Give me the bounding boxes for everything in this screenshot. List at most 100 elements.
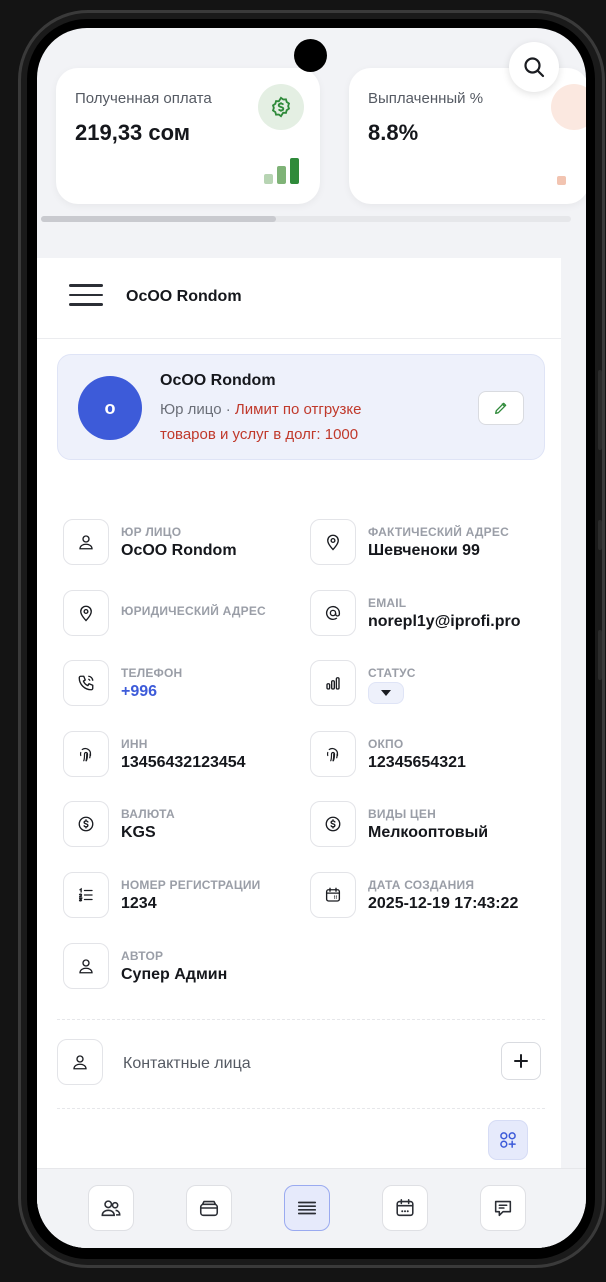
status-dropdown[interactable]: [368, 682, 404, 704]
calendar-icon: [396, 1198, 414, 1217]
profile-subtitle: Юр лицо · Лимит по отгрузке товаров и ус…: [160, 397, 420, 447]
contacts-label: Контактные лица: [123, 1055, 251, 1072]
dollar-circle-icon: [310, 801, 356, 847]
field-label: Юридический адрес: [121, 604, 266, 618]
field-value: 13456432123454: [121, 754, 246, 771]
divider: [57, 1019, 545, 1020]
volume-button: [598, 370, 602, 450]
screen: Полученная оплата 219,33 сом Выплаченный…: [37, 28, 586, 1248]
at-sign-icon: [310, 590, 356, 636]
field-created-date: Дата создания 2025-12-19 17:43:22: [310, 872, 550, 922]
phone-icon: [63, 660, 109, 706]
field-label: Статус: [368, 666, 416, 680]
field-value: Супер Админ: [121, 966, 228, 983]
fingerprint-icon: [310, 731, 356, 777]
field-label: ОКПО: [368, 737, 404, 751]
side-button: [598, 630, 602, 680]
add-widget-button[interactable]: [488, 1120, 528, 1160]
caret-down-icon: [381, 690, 391, 696]
field-label: ИНН: [121, 737, 148, 751]
side-button: [598, 520, 602, 550]
stat-card-paid-percent[interactable]: Выплаченный % 8.8%: [349, 68, 586, 204]
phone-link[interactable]: +996: [121, 683, 157, 701]
field-value: 12345654321: [368, 754, 466, 771]
field-value[interactable]: norepl1y@iprofi.pro: [368, 613, 521, 631]
field-label: Виды цен: [368, 807, 436, 821]
field-inn: ИНН 13456432123454: [63, 731, 303, 781]
field-label: Юр лицо: [121, 525, 182, 539]
field-status: Статус: [310, 660, 550, 710]
field-currency: Валюта KGS: [63, 801, 303, 851]
field-label: Дата создания: [368, 878, 475, 892]
nav-chat-button[interactable]: [480, 1185, 526, 1231]
field-price-types: Виды цен Мелкооптовый: [310, 801, 550, 851]
location-pin-icon: [310, 519, 356, 565]
panel-header: OcOO Rondom: [37, 258, 561, 339]
numbered-list-icon: [63, 872, 109, 918]
dollar-badge-icon: [258, 84, 304, 130]
contacts-section[interactable]: Контактные лица: [57, 1039, 541, 1089]
users-icon: [101, 1200, 121, 1217]
field-email: Email norepl1y@iprofi.pro: [310, 590, 550, 640]
avatar: о: [78, 376, 142, 440]
edit-button[interactable]: [478, 391, 524, 425]
growth-bars-icon: [557, 176, 566, 185]
menu-icon[interactable]: [69, 284, 103, 310]
dollar-circle-icon: [63, 801, 109, 847]
nav-calendar-button[interactable]: [382, 1185, 428, 1231]
field-legal-entity: Юр лицо OcOO Rondom: [63, 519, 303, 569]
field-registration-number: Номер регистрации 1234: [63, 872, 303, 922]
calendar-icon: [310, 872, 356, 918]
location-pin-icon: [63, 590, 109, 636]
profile-type: Юр лицо: [160, 401, 222, 418]
stat-card-received-payment[interactable]: Полученная оплата 219,33 сом: [56, 68, 320, 204]
plus-icon: [514, 1054, 528, 1068]
profile-name: OcOO Rondom: [160, 372, 276, 389]
field-author: Автор Супер Админ: [63, 943, 303, 993]
carousel-scrollbar-thumb[interactable]: [41, 216, 276, 222]
field-label: Телефон: [121, 666, 183, 680]
separator: ·: [221, 401, 235, 418]
wallet-icon: [199, 1200, 219, 1217]
field-phone: Телефон +996: [63, 660, 303, 710]
divider: [57, 1108, 545, 1109]
list-icon: [297, 1201, 317, 1215]
chat-icon: [494, 1200, 512, 1217]
user-icon: [63, 943, 109, 989]
page-title: OcOO Rondom: [126, 288, 242, 305]
nav-wallet-button[interactable]: [186, 1185, 232, 1231]
front-camera: [294, 39, 327, 72]
percent-badge-icon: [551, 84, 586, 130]
field-label: Автор: [121, 949, 164, 963]
field-label: Фактический адрес: [368, 525, 509, 539]
field-value: 2025-12-19 17:43:22: [368, 895, 519, 912]
bottom-navigation: [37, 1168, 586, 1248]
field-label: Email: [368, 596, 407, 610]
field-value: OcOO Rondom: [121, 542, 237, 559]
field-value: Шевченоки 99: [368, 542, 480, 559]
user-icon: [57, 1039, 103, 1085]
profile-card: о OcOO Rondom Юр лицо · Лимит по отгрузк…: [57, 354, 545, 460]
field-label: Номер регистрации: [121, 878, 261, 892]
counterparty-panel: OcOO Rondom о OcOO Rondom Юр лицо · Лими…: [37, 258, 561, 1248]
nav-users-button[interactable]: [88, 1185, 134, 1231]
field-value: Мелкооптовый: [368, 824, 489, 841]
stat-label: Полученная оплата: [75, 90, 212, 107]
add-contact-button[interactable]: [501, 1042, 541, 1080]
search-icon: [524, 57, 545, 78]
stat-value: 219,33 сом: [75, 120, 191, 145]
fingerprint-icon: [63, 731, 109, 777]
nav-list-button[interactable]: [284, 1185, 330, 1231]
stat-value: 8.8%: [368, 120, 419, 145]
stat-label: Выплаченный %: [368, 90, 484, 107]
bar-chart-icon: [310, 660, 356, 706]
field-value: KGS: [121, 824, 156, 841]
field-legal-address: Юридический адрес: [63, 590, 303, 640]
field-okpo: ОКПО 12345654321: [310, 731, 550, 781]
growth-bars-icon: [264, 158, 300, 184]
user-icon: [63, 519, 109, 565]
field-label: Валюта: [121, 807, 175, 821]
field-actual-address: Фактический адрес Шевченоки 99: [310, 519, 550, 569]
grid-plus-icon: [500, 1132, 516, 1148]
search-button[interactable]: [509, 42, 559, 92]
